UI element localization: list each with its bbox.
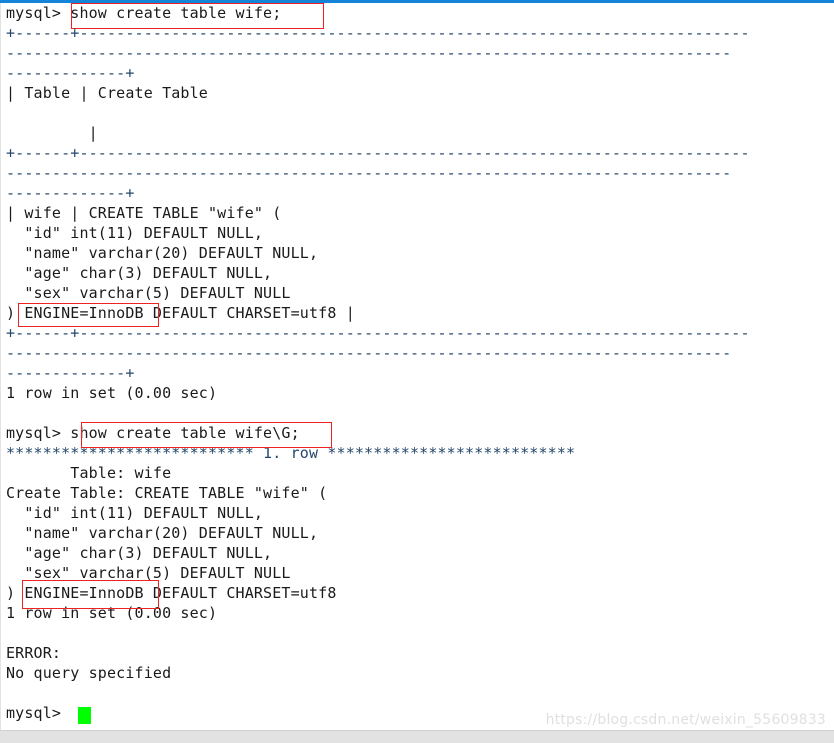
- terminal-line: -------------+: [6, 64, 135, 82]
- terminal-line: +------+--------------------------------…: [6, 324, 750, 342]
- terminal-line: 1 row in set (0.00 sec): [6, 604, 218, 622]
- terminal-line: ERROR:: [6, 644, 62, 662]
- terminal-line: "id" int(11) DEFAULT NULL,: [6, 504, 264, 522]
- terminal-line: ) ENGINE=InnoDB DEFAULT CHARSET=utf8 |: [6, 304, 355, 322]
- terminal-line: ----------------------------------------…: [6, 344, 732, 362]
- bottom-gray-strip: [0, 731, 834, 743]
- terminal-line: +------+--------------------------------…: [6, 144, 750, 162]
- terminal-line: No query specified: [6, 664, 172, 682]
- terminal-line: ----------------------------------------…: [6, 44, 732, 62]
- terminal-line: "name" varchar(20) DEFAULT NULL,: [6, 524, 319, 542]
- terminal-line: "age" char(3) DEFAULT NULL,: [6, 544, 273, 562]
- watermark: https://blog.csdn.net/weixin_55609833: [545, 712, 826, 728]
- terminal-line: 1 row in set (0.00 sec): [6, 384, 218, 402]
- terminal-line: Table: wife: [6, 464, 172, 482]
- terminal-line: *************************** 1. row *****…: [6, 444, 576, 462]
- terminal-line: -------------+: [6, 364, 135, 382]
- terminal-line: "age" char(3) DEFAULT NULL,: [6, 264, 273, 282]
- terminal-line: "name" varchar(20) DEFAULT NULL,: [6, 244, 319, 262]
- text-cursor: [78, 707, 91, 724]
- terminal-screenshot: mysql> show create table wife; +------+--…: [0, 0, 834, 743]
- terminal-line: mysql> show create table wife;: [6, 4, 282, 22]
- terminal-line: "sex" varchar(5) DEFAULT NULL: [6, 284, 291, 302]
- left-page-border: [0, 3, 1, 730]
- terminal-line: | Table | Create Table: [6, 84, 208, 102]
- terminal-line: mysql> show create table wife\G;: [6, 424, 300, 442]
- terminal-line: +------+--------------------------------…: [6, 24, 750, 42]
- terminal-line: ) ENGINE=InnoDB DEFAULT CHARSET=utf8: [6, 584, 337, 602]
- terminal-line: -------------+: [6, 184, 135, 202]
- terminal-line: Create Table: CREATE TABLE "wife" (: [6, 484, 328, 502]
- terminal-line: |: [6, 124, 98, 142]
- terminal-line: | wife | CREATE TABLE "wife" (: [6, 204, 282, 222]
- terminal-line: "id" int(11) DEFAULT NULL,: [6, 224, 264, 242]
- terminal-output[interactable]: mysql> show create table wife; +------+--…: [6, 3, 834, 723]
- terminal-line: "sex" varchar(5) DEFAULT NULL: [6, 564, 291, 582]
- terminal-line: ----------------------------------------…: [6, 164, 732, 182]
